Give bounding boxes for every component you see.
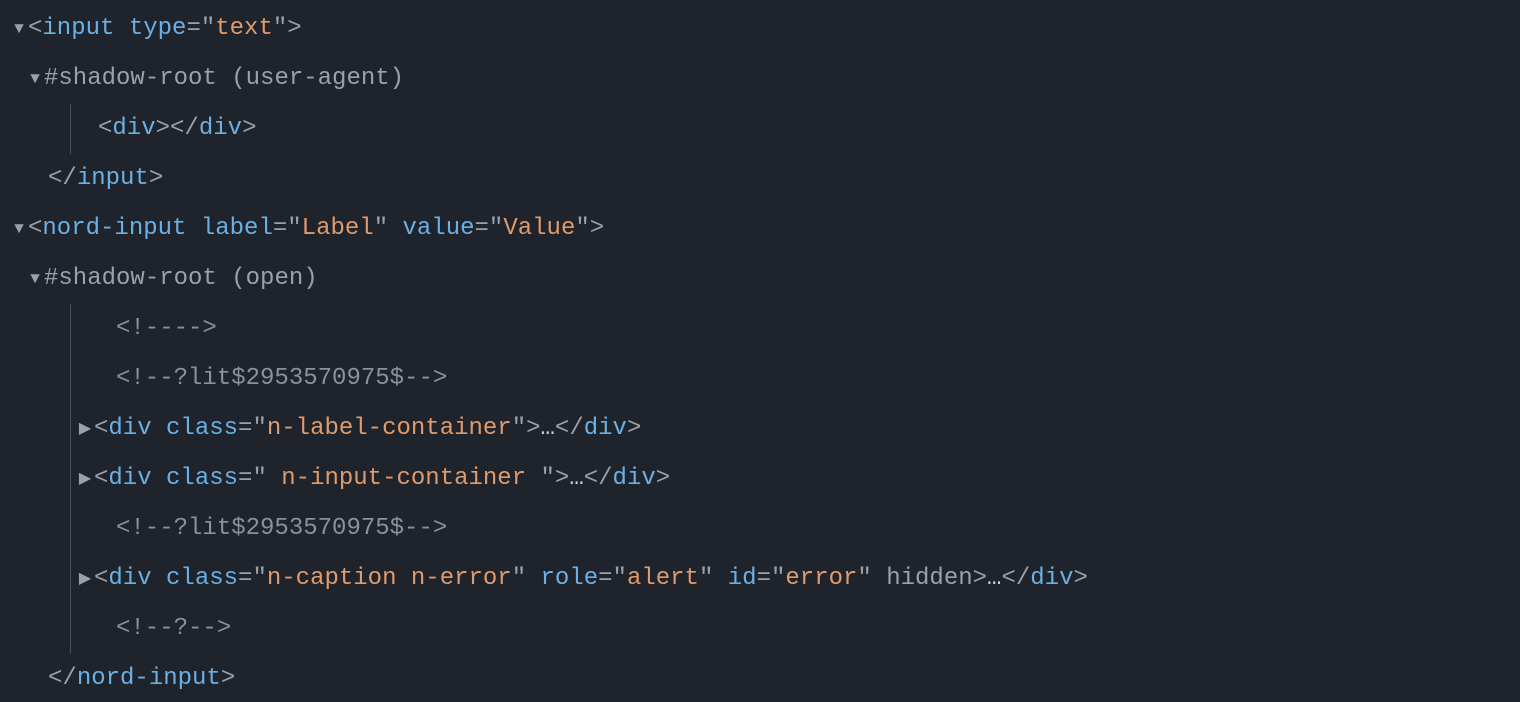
tag-name: div bbox=[1030, 565, 1073, 592]
tag-name: input bbox=[77, 165, 149, 192]
row-content: </input> bbox=[48, 167, 163, 191]
tree-guide-line bbox=[70, 104, 71, 154]
html-comment: <!--?--> bbox=[116, 615, 231, 642]
dom-tree: <input type="text"> #shadow-root (user-ag… bbox=[0, 0, 1520, 702]
expand-icon[interactable] bbox=[26, 71, 44, 87]
tag-name: nord-input bbox=[42, 215, 186, 242]
tree-row[interactable]: <div class="n-caption n-error" role="ale… bbox=[0, 554, 1520, 604]
tree-row[interactable]: </input> bbox=[0, 154, 1520, 204]
row-content: #shadow-root (user-agent) bbox=[44, 67, 404, 91]
tree-gutter bbox=[0, 404, 94, 454]
row-content: <div class="n-caption n-error" role="ale… bbox=[94, 567, 1088, 591]
html-comment: <!--?lit$2953570975$--> bbox=[116, 515, 447, 542]
ellipsis: … bbox=[569, 465, 583, 492]
attr-name: type bbox=[129, 15, 187, 42]
row-content: </nord-input> bbox=[48, 667, 235, 691]
row-content: <div class=" n-input-container ">…</div> bbox=[94, 467, 670, 491]
attr-value: text bbox=[215, 15, 273, 42]
tree-guide-line bbox=[70, 554, 71, 604]
ellipsis: … bbox=[541, 415, 555, 442]
tree-gutter bbox=[0, 4, 28, 54]
tree-guide-line bbox=[70, 404, 71, 454]
attr-name: value bbox=[403, 215, 475, 242]
tree-guide-line bbox=[70, 354, 71, 404]
tag-name: div bbox=[584, 415, 627, 442]
attr-name: class bbox=[166, 465, 238, 492]
tree-row[interactable]: </nord-input> bbox=[0, 654, 1520, 702]
tree-guide-line bbox=[70, 604, 71, 654]
collapse-icon[interactable] bbox=[76, 421, 94, 437]
tree-row[interactable]: <nord-input label="Label" value="Value"> bbox=[0, 204, 1520, 254]
attr-value: error bbox=[785, 565, 857, 592]
tree-row[interactable]: <!--?--> bbox=[0, 604, 1520, 654]
tag-name: div bbox=[108, 415, 151, 442]
tag-name: div bbox=[112, 115, 155, 142]
tree-gutter bbox=[0, 504, 116, 554]
attr-value: n-label-container bbox=[267, 415, 512, 442]
attr-name: class bbox=[166, 415, 238, 442]
tag-name: div bbox=[199, 115, 242, 142]
tree-gutter bbox=[0, 454, 94, 504]
html-comment: <!----> bbox=[116, 315, 217, 342]
collapse-icon[interactable] bbox=[76, 471, 94, 487]
row-content: <input type="text"> bbox=[28, 17, 302, 41]
ellipsis: … bbox=[987, 565, 1001, 592]
row-content: <!----> bbox=[116, 317, 217, 341]
tree-row[interactable]: <div class=" n-input-container ">…</div> bbox=[0, 454, 1520, 504]
tree-gutter bbox=[0, 354, 116, 404]
html-comment: <!--?lit$2953570975$--> bbox=[116, 365, 447, 392]
tree-row[interactable]: <div></div> bbox=[0, 104, 1520, 154]
row-content: <!--?--> bbox=[116, 617, 231, 641]
tree-gutter bbox=[0, 54, 44, 104]
tree-gutter bbox=[0, 604, 116, 654]
row-content: <nord-input label="Label" value="Value"> bbox=[28, 217, 604, 241]
shadow-root-label: #shadow-root (user-agent) bbox=[44, 65, 404, 92]
tree-gutter bbox=[0, 254, 44, 304]
attr-value: n-caption n-error bbox=[267, 565, 512, 592]
tree-row[interactable]: <!--?lit$2953570975$--> bbox=[0, 504, 1520, 554]
tree-gutter bbox=[0, 204, 28, 254]
tree-row[interactable]: #shadow-root (user-agent) bbox=[0, 54, 1520, 104]
tag-name: div bbox=[613, 465, 656, 492]
tree-gutter bbox=[0, 104, 98, 154]
tag-name: input bbox=[42, 15, 114, 42]
tree-gutter bbox=[0, 154, 48, 204]
tag-name: div bbox=[108, 565, 151, 592]
row-content: <!--?lit$2953570975$--> bbox=[116, 517, 447, 541]
tree-gutter bbox=[0, 304, 116, 354]
tree-gutter bbox=[0, 654, 48, 702]
attr-value: n-input-container bbox=[267, 465, 541, 492]
tree-row[interactable]: <div class="n-label-container">…</div> bbox=[0, 404, 1520, 454]
tag-name: nord-input bbox=[77, 665, 221, 692]
attr-name: label bbox=[201, 215, 273, 242]
attr-name: role bbox=[541, 565, 599, 592]
row-content: <div class="n-label-container">…</div> bbox=[94, 417, 641, 441]
expand-icon[interactable] bbox=[10, 221, 28, 237]
tree-row[interactable]: #shadow-root (open) bbox=[0, 254, 1520, 304]
tree-row[interactable]: <!----> bbox=[0, 304, 1520, 354]
attr-name: id bbox=[728, 565, 757, 592]
expand-icon[interactable] bbox=[26, 271, 44, 287]
tree-row[interactable]: <!--?lit$2953570975$--> bbox=[0, 354, 1520, 404]
expand-icon[interactable] bbox=[10, 21, 28, 37]
row-content: <!--?lit$2953570975$--> bbox=[116, 367, 447, 391]
tree-row[interactable]: <input type="text"> bbox=[0, 4, 1520, 54]
tree-gutter bbox=[0, 554, 94, 604]
collapse-icon[interactable] bbox=[76, 571, 94, 587]
attr-name: hidden bbox=[886, 565, 972, 592]
row-content: #shadow-root (open) bbox=[44, 267, 318, 291]
tree-guide-line bbox=[70, 454, 71, 504]
attr-value: alert bbox=[627, 565, 699, 592]
tag-name: div bbox=[108, 465, 151, 492]
attr-value: Value bbox=[503, 215, 575, 242]
tree-guide-line bbox=[70, 504, 71, 554]
attr-value: Label bbox=[302, 215, 374, 242]
shadow-root-label: #shadow-root (open) bbox=[44, 265, 318, 292]
attr-name: class bbox=[166, 565, 238, 592]
row-content: <div></div> bbox=[98, 117, 256, 141]
tree-guide-line bbox=[70, 304, 71, 354]
